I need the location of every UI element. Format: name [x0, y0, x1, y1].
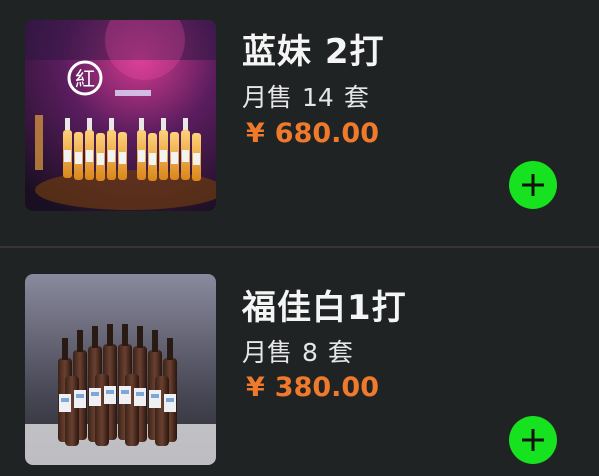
price-value: 680.00 [274, 118, 379, 149]
product-price: ¥380.00 [246, 372, 379, 403]
product-image[interactable] [25, 274, 216, 465]
sales-label: 月售 [242, 83, 293, 112]
sign-text: 紅 [75, 67, 95, 91]
product-image[interactable]: 紅 [25, 20, 216, 211]
monthly-sales: 月售 8 套 [242, 333, 353, 369]
add-to-cart-button[interactable] [509, 416, 557, 464]
sales-label: 月售 [242, 338, 293, 367]
product-item[interactable]: 福佳白1打 月售 8 套 ¥380.00 [0, 250, 599, 476]
beer-bottles-photo [25, 274, 216, 465]
currency-symbol: ¥ [246, 118, 265, 149]
currency-symbol: ¥ [246, 372, 265, 403]
sales-count: 8 [302, 338, 318, 367]
product-item[interactable]: 紅 蓝妹 2打 月售 14 套 ¥ 680.00 [0, 0, 599, 230]
product-name: 蓝妹 2打 [242, 32, 385, 72]
product-price: ¥680.00 [246, 118, 379, 149]
beer-bottles-bar-photo: 紅 [25, 20, 216, 211]
monthly-sales: 月售 14 套 [242, 78, 369, 114]
price-value: 380.00 [274, 372, 379, 403]
sales-count: 14 [302, 83, 334, 112]
product-name: 福佳白1打 [242, 288, 407, 328]
sales-unit: 套 [343, 83, 369, 112]
plus-icon [522, 429, 544, 451]
sales-unit: 套 [327, 338, 353, 367]
add-to-cart-button[interactable] [509, 161, 557, 209]
plus-icon [522, 174, 544, 196]
item-divider [0, 246, 599, 248]
product-list: 紅 蓝妹 2打 月售 14 套 ¥ 680.00 福佳白1打 月售 8 套 ¥ … [0, 0, 599, 476]
